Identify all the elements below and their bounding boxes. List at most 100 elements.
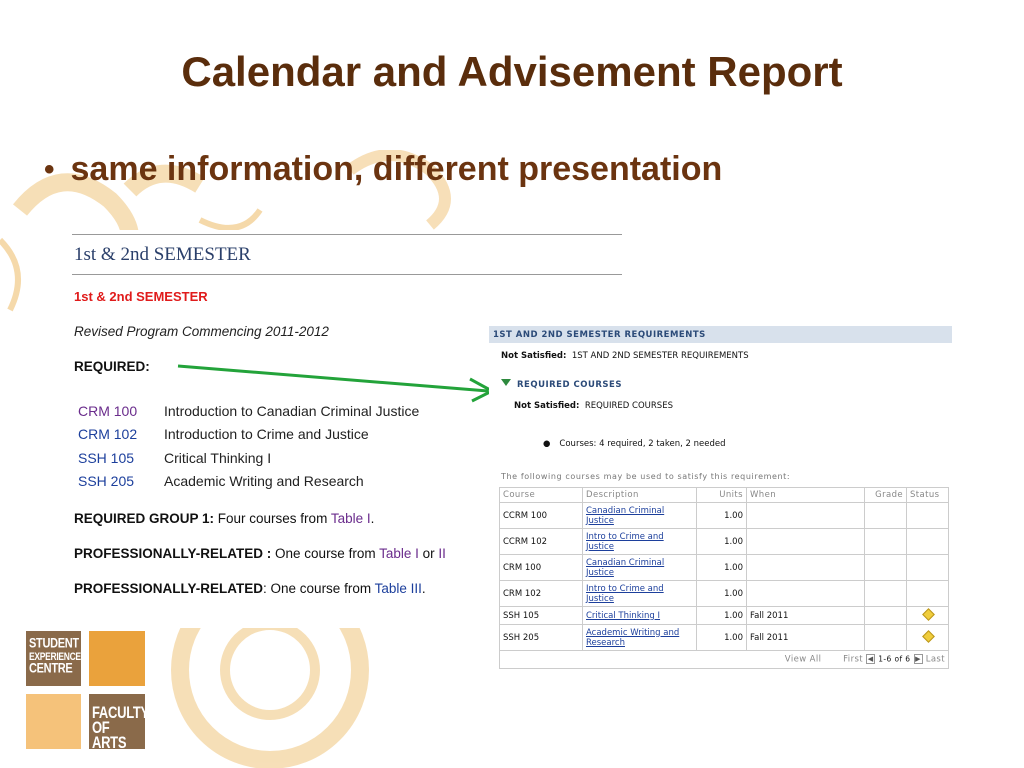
list-item: CRM 102 Introduction to Crime and Justic… bbox=[78, 423, 419, 447]
status-cell bbox=[906, 580, 949, 607]
course-description-link[interactable]: Academic Writing and Research bbox=[586, 628, 679, 648]
course-cell: CCRM 100 bbox=[499, 502, 583, 529]
table-link[interactable]: Table III bbox=[375, 581, 422, 596]
divider bbox=[72, 234, 622, 235]
table-header-row: Course Description Units When Grade Stat… bbox=[499, 487, 949, 503]
table-row: CRM 102 Intro to Crime and Justice 1.00 bbox=[499, 580, 949, 607]
prev-page-icon[interactable]: ◀ bbox=[866, 654, 876, 665]
bullet-dot: ● bbox=[543, 439, 551, 449]
punctuation: . bbox=[370, 511, 375, 526]
course-title: Academic Writing and Research bbox=[164, 473, 364, 490]
page-count: 1-6 of 6 bbox=[878, 654, 911, 664]
course-cell: CRM 102 bbox=[499, 580, 583, 607]
logo-line: OF ARTS bbox=[92, 717, 127, 752]
last-link[interactable]: Last bbox=[926, 655, 945, 665]
sub-requirement-toggle[interactable]: REQUIRED COURSES bbox=[501, 378, 622, 390]
required-label: REQUIRED: bbox=[74, 359, 150, 374]
table-row: CCRM 100 Canadian Criminal Justice 1.00 bbox=[499, 502, 949, 529]
units-cell: 1.00 bbox=[696, 554, 747, 581]
program-note: Revised Program Commencing 2011-2012 bbox=[74, 324, 329, 339]
requirement-header: 1ST AND 2ND SEMESTER REQUIREMENTS bbox=[489, 326, 952, 343]
status-text: REQUIRED COURSES bbox=[584, 401, 673, 411]
required-group-line: REQUIRED GROUP 1: Four courses from Tabl… bbox=[74, 511, 374, 526]
column-header[interactable]: Grade bbox=[864, 487, 907, 503]
table-row: SSH 205 Academic Writing and Research 1.… bbox=[499, 624, 949, 651]
when-cell: Fall 2011 bbox=[746, 624, 865, 651]
course-cell: SSH 205 bbox=[499, 624, 583, 651]
calendar-heading: 1st & 2nd SEMESTER bbox=[74, 244, 251, 265]
grade-cell bbox=[864, 528, 907, 555]
list-item: SSH 105 Critical Thinking I bbox=[78, 446, 419, 470]
professional-line-1: PROFESSIONALLY-RELATED : One course from… bbox=[74, 546, 446, 561]
course-note: The following courses may be used to sat… bbox=[501, 472, 791, 481]
course-cell: CCRM 102 bbox=[499, 528, 583, 555]
list-item: SSH 205 Academic Writing and Research bbox=[78, 470, 419, 494]
status-cell bbox=[906, 528, 949, 555]
advisement-report: 1ST AND 2ND SEMESTER REQUIREMENTS Not Sa… bbox=[489, 326, 952, 672]
when-cell bbox=[746, 502, 865, 529]
status-line: Not Satisfied: REQUIRED COURSES bbox=[514, 401, 673, 411]
column-header[interactable]: Status bbox=[906, 487, 949, 503]
course-code-link[interactable]: CRM 102 bbox=[78, 426, 164, 442]
course-description-link[interactable]: Intro to Crime and Justice bbox=[586, 584, 664, 604]
divider bbox=[72, 274, 622, 275]
logo-tile bbox=[89, 631, 145, 686]
course-title: Critical Thinking I bbox=[164, 449, 272, 466]
status-cell bbox=[906, 606, 949, 625]
logo-tile bbox=[26, 694, 81, 749]
course-code-link[interactable]: CRM 100 bbox=[78, 403, 164, 419]
course-description-link[interactable]: Critical Thinking I bbox=[586, 611, 660, 621]
status-line: Not Satisfied: 1ST AND 2ND SEMESTER REQU… bbox=[501, 351, 749, 361]
course-title: Introduction to Crime and Justice bbox=[164, 426, 369, 443]
course-cell: CRM 100 bbox=[499, 554, 583, 581]
in-progress-icon bbox=[922, 607, 935, 621]
column-header[interactable]: When bbox=[746, 487, 865, 503]
slide-title: Calendar and Advisement Report bbox=[181, 48, 843, 95]
course-code-link[interactable]: SSH 105 bbox=[78, 450, 164, 466]
course-title: Introduction to Canadian Criminal Justic… bbox=[164, 402, 420, 419]
pager-row: View All First ◀ 1-6 of 6 ▶ Last bbox=[499, 650, 949, 669]
group-text: or bbox=[418, 546, 439, 561]
bullet-text: same information, different presentation bbox=[70, 150, 723, 188]
bullet-point: • same information, different presentati… bbox=[44, 150, 722, 189]
table-link[interactable]: Table I bbox=[379, 546, 419, 561]
view-all-link[interactable]: View All bbox=[785, 655, 822, 665]
grade-cell bbox=[864, 580, 907, 607]
grade-cell bbox=[864, 624, 907, 651]
grade-cell bbox=[864, 606, 907, 625]
arrow-icon bbox=[177, 364, 496, 403]
group-text: Four courses from bbox=[214, 511, 331, 526]
grade-cell bbox=[864, 554, 907, 581]
status-label: Not Satisfied: bbox=[514, 401, 580, 411]
group-label: PROFESSIONALLY-RELATED : bbox=[74, 546, 272, 561]
first-link[interactable]: First bbox=[843, 655, 863, 665]
column-header[interactable]: Course bbox=[499, 487, 583, 503]
expand-triangle-icon[interactable] bbox=[501, 378, 511, 386]
units-cell: 1.00 bbox=[696, 502, 747, 529]
course-description-link[interactable]: Canadian Criminal Justice bbox=[586, 558, 664, 578]
next-page-icon[interactable]: ▶ bbox=[913, 654, 923, 665]
table-link[interactable]: II bbox=[438, 546, 446, 561]
group-text: : One course from bbox=[263, 581, 375, 596]
student-experience-centre-logo: STUDENT EXPERIENCE CENTRE bbox=[26, 631, 81, 686]
course-table: Course Description Units When Grade Stat… bbox=[499, 487, 949, 669]
table-link[interactable]: Table I bbox=[331, 511, 371, 526]
column-header[interactable]: Units bbox=[696, 487, 747, 503]
course-description-link[interactable]: Intro to Crime and Justice bbox=[586, 532, 664, 552]
logo-line: STUDENT bbox=[29, 636, 79, 651]
logo-line: CENTRE bbox=[29, 661, 73, 676]
table-row: SSH 105 Critical Thinking I 1.00 Fall 20… bbox=[499, 606, 949, 625]
group-text: One course from bbox=[271, 546, 380, 561]
table-row: CRM 100 Canadian Criminal Justice 1.00 bbox=[499, 554, 949, 581]
status-cell bbox=[906, 502, 949, 529]
sub-requirement-title: REQUIRED COURSES bbox=[517, 380, 622, 390]
column-header[interactable]: Description bbox=[582, 487, 697, 503]
summary-text: Courses: 4 required, 2 taken, 2 needed bbox=[559, 439, 726, 449]
faculty-of-arts-logo: FACULTY OF ARTS bbox=[89, 694, 149, 752]
when-cell bbox=[746, 554, 865, 581]
units-cell: 1.00 bbox=[696, 606, 747, 625]
required-course-list: CRM 100 Introduction to Canadian Crimina… bbox=[78, 399, 419, 493]
course-code-link[interactable]: SSH 205 bbox=[78, 473, 164, 489]
course-description-link[interactable]: Canadian Criminal Justice bbox=[586, 506, 664, 526]
units-cell: 1.00 bbox=[696, 624, 747, 651]
